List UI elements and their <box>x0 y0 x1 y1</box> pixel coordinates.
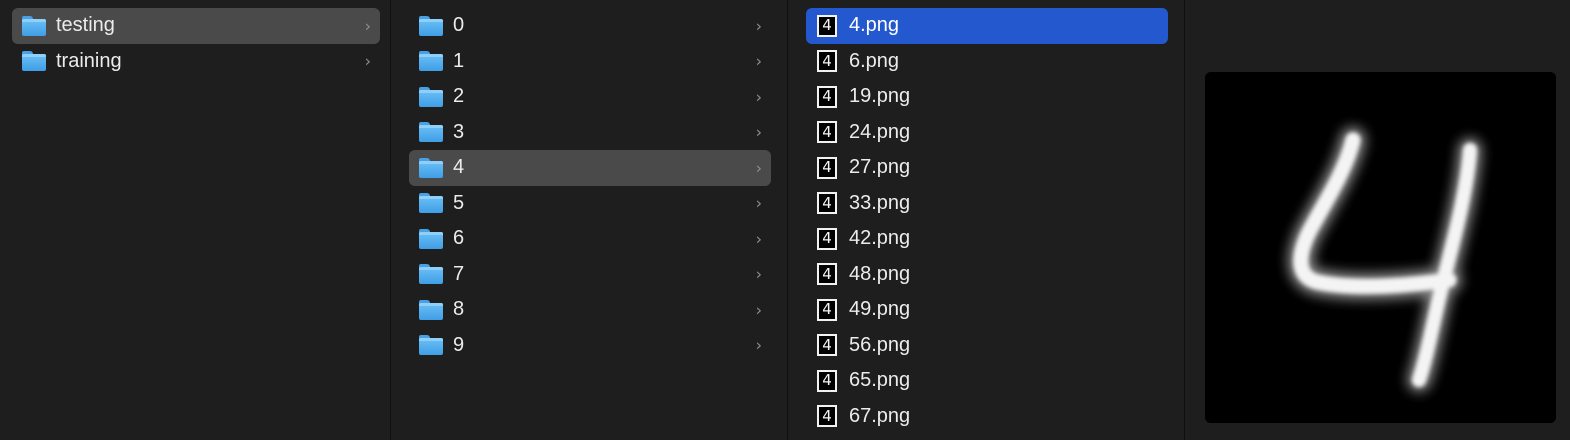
chevron-right-icon: › <box>755 335 762 355</box>
chevron-right-icon: › <box>755 158 762 178</box>
folder-label: 1 <box>453 49 465 72</box>
preview-pane <box>1186 0 1570 440</box>
folder-icon <box>419 299 443 320</box>
folder-icon <box>419 335 443 356</box>
file-item-27-png[interactable]: 4 27.png <box>806 150 1168 186</box>
image-file-icon: 4 <box>817 369 837 392</box>
folder-icon <box>419 193 443 214</box>
folder-icon <box>419 122 443 143</box>
image-file-icon: 4 <box>817 156 837 179</box>
file-item-56-png[interactable]: 4 56.png <box>806 328 1168 364</box>
image-preview[interactable] <box>1205 72 1556 423</box>
chevron-right-icon: › <box>755 16 762 36</box>
folder-label: 6 <box>453 227 465 250</box>
image-file-icon: 4 <box>817 14 837 37</box>
chevron-right-icon: › <box>755 193 762 213</box>
file-label: 65.png <box>849 369 911 392</box>
folder-label: 2 <box>453 85 465 108</box>
image-file-icon: 4 <box>817 334 837 357</box>
folder-list: 0 › 1 › 2 › 3 › 4 › 5 › 6 › 7 › 8 › 9 › <box>392 8 787 363</box>
file-item-65-png[interactable]: 4 65.png <box>806 363 1168 399</box>
file-item-67-png[interactable]: 4 67.png <box>806 399 1168 435</box>
chevron-right-icon: › <box>755 264 762 284</box>
handwritten-digit-4-preview <box>1205 72 1556 423</box>
image-file-icon: 4 <box>817 298 837 321</box>
folder-item-8[interactable]: 8 › <box>409 292 771 328</box>
folder-label: 4 <box>453 156 465 179</box>
file-item-6-png[interactable]: 4 6.png <box>806 44 1168 80</box>
chevron-right-icon: › <box>755 300 762 320</box>
file-label: 56.png <box>849 333 911 356</box>
folder-item-6[interactable]: 6 › <box>409 221 771 257</box>
chevron-right-icon: › <box>364 16 371 36</box>
folder-icon <box>419 157 443 178</box>
column-root[interactable]: testing › training › <box>0 0 391 440</box>
file-item-42-png[interactable]: 4 42.png <box>806 221 1168 257</box>
folder-item-4[interactable]: 4 › <box>409 150 771 186</box>
image-file-icon: 4 <box>817 121 837 144</box>
folder-label: training <box>56 49 122 72</box>
file-label: 49.png <box>849 298 911 321</box>
folder-icon <box>419 228 443 249</box>
folder-item-5[interactable]: 5 › <box>409 186 771 222</box>
folder-icon <box>419 86 443 107</box>
file-label: 6.png <box>849 49 900 72</box>
chevron-right-icon: › <box>755 51 762 71</box>
image-file-icon: 4 <box>817 227 837 250</box>
folder-item-7[interactable]: 7 › <box>409 257 771 293</box>
folder-label: 8 <box>453 298 465 321</box>
column-digits[interactable]: 0 › 1 › 2 › 3 › 4 › 5 › 6 › 7 › 8 › 9 › <box>392 0 788 440</box>
folder-icon <box>419 264 443 285</box>
folder-label: testing <box>56 14 115 37</box>
file-item-19-png[interactable]: 4 19.png <box>806 79 1168 115</box>
folder-label: 5 <box>453 191 465 214</box>
folder-label: 3 <box>453 120 465 143</box>
folder-item-training[interactable]: training › <box>12 44 380 80</box>
file-label: 24.png <box>849 120 911 143</box>
folder-icon <box>419 51 443 72</box>
file-label: 48.png <box>849 262 911 285</box>
chevron-right-icon: › <box>755 87 762 107</box>
chevron-right-icon: › <box>755 122 762 142</box>
folder-item-1[interactable]: 1 › <box>409 44 771 80</box>
file-label: 42.png <box>849 227 911 250</box>
file-label: 4.png <box>849 14 900 37</box>
folder-item-testing[interactable]: testing › <box>12 8 380 44</box>
column-files[interactable]: 4 4.png 4 6.png 4 19.png 4 24.png 4 27.p… <box>789 0 1185 440</box>
folder-label: 0 <box>453 14 465 37</box>
file-item-49-png[interactable]: 4 49.png <box>806 292 1168 328</box>
file-label: 33.png <box>849 191 911 214</box>
file-item-33-png[interactable]: 4 33.png <box>806 186 1168 222</box>
folder-icon <box>22 51 46 72</box>
folder-label: 7 <box>453 262 465 285</box>
image-file-icon: 4 <box>817 85 837 108</box>
image-file-icon: 4 <box>817 405 837 428</box>
image-file-icon: 4 <box>817 263 837 286</box>
folder-item-9[interactable]: 9 › <box>409 328 771 364</box>
folder-list: testing › training › <box>0 8 390 79</box>
file-label: 27.png <box>849 156 911 179</box>
image-file-icon: 4 <box>817 50 837 73</box>
finder-column-view: testing › training › 0 › 1 › 2 › 3 › 4 ›… <box>0 0 1570 440</box>
file-item-4-png[interactable]: 4 4.png <box>806 8 1168 44</box>
folder-item-3[interactable]: 3 › <box>409 115 771 151</box>
folder-item-2[interactable]: 2 › <box>409 79 771 115</box>
folder-icon <box>419 15 443 36</box>
folder-icon <box>22 15 46 36</box>
folder-label: 9 <box>453 333 465 356</box>
file-item-24-png[interactable]: 4 24.png <box>806 115 1168 151</box>
file-list: 4 4.png 4 6.png 4 19.png 4 24.png 4 27.p… <box>789 8 1184 434</box>
chevron-right-icon: › <box>364 51 371 71</box>
chevron-right-icon: › <box>755 229 762 249</box>
file-label: 67.png <box>849 404 911 427</box>
file-label: 19.png <box>849 85 911 108</box>
image-file-icon: 4 <box>817 192 837 215</box>
folder-item-0[interactable]: 0 › <box>409 8 771 44</box>
file-item-48-png[interactable]: 4 48.png <box>806 257 1168 293</box>
